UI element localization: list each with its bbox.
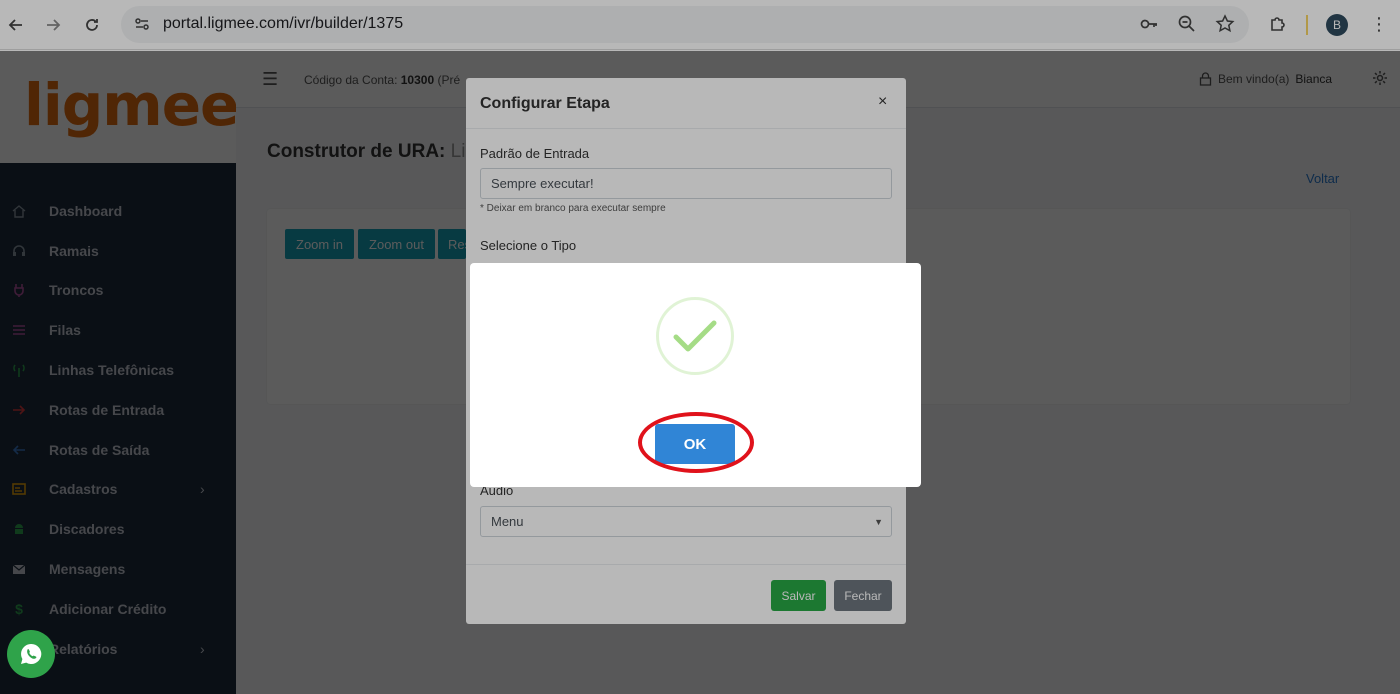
success-check-icon xyxy=(656,297,734,375)
screen: portal.ligmee.com/ivr/builder/1375 B ⋮ C… xyxy=(0,0,1400,694)
whatsapp-icon[interactable] xyxy=(7,630,55,678)
ok-highlight-ring xyxy=(638,412,754,473)
